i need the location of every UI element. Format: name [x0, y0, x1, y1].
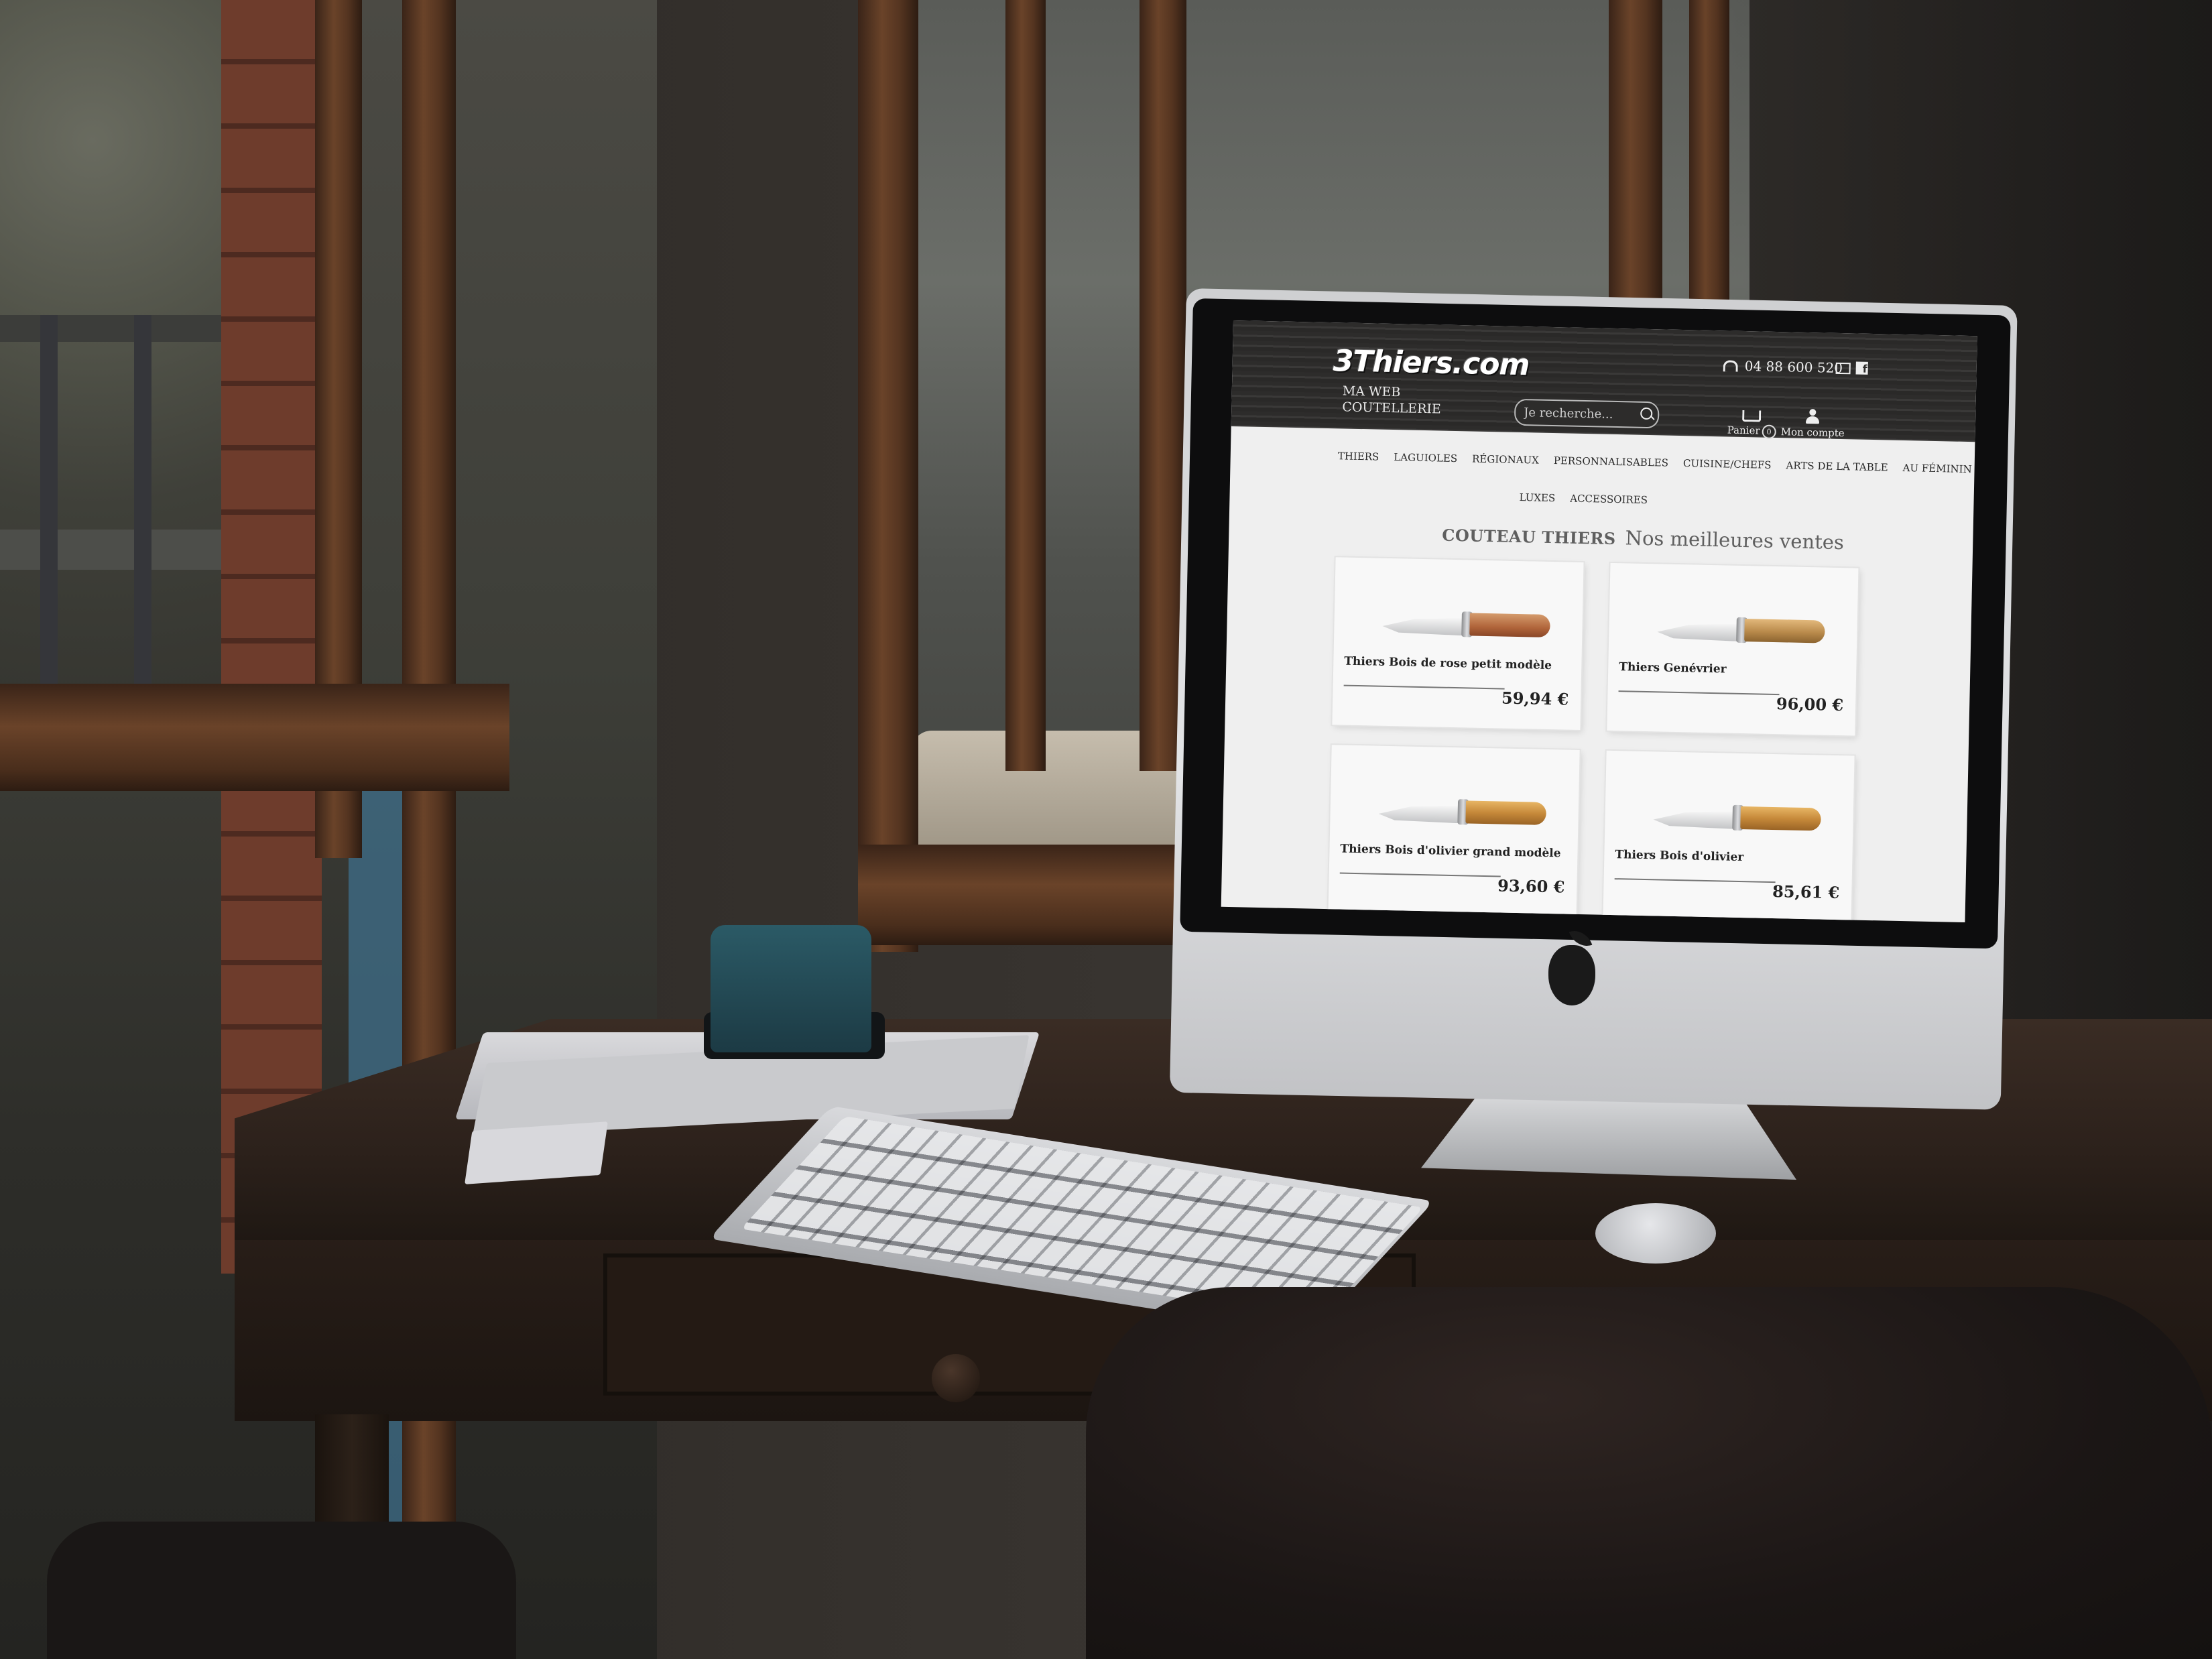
- product-card[interactable]: Thiers Bois de rose petit modèle 59,94 €: [1332, 557, 1584, 730]
- nav-item-au-feminin[interactable]: AU FÉMININ: [1902, 462, 1971, 475]
- nav-row-2: LUXES ACCESSOIRES: [1337, 482, 1926, 517]
- site-header: 3Thiers.com MA WEB COUTELLERIE 04 88 600…: [1231, 320, 1977, 442]
- photo-scene: 3Thiers.com MA WEB COUTELLERIE 04 88 600…: [0, 0, 2212, 1659]
- product-name[interactable]: Thiers Bois de rose petit modèle: [1344, 655, 1552, 672]
- window-frame-right: [1609, 0, 1662, 322]
- tagline-line-1: MA WEB: [1342, 383, 1401, 400]
- nav-item-personnalisables[interactable]: PERSONNALISABLES: [1554, 454, 1669, 469]
- nav-item-arts-de-la-table[interactable]: ARTS DE LA TABLE: [1786, 459, 1888, 473]
- nav-item-cuisine-chefs[interactable]: CUISINE/CHEFS: [1683, 457, 1772, 471]
- facebook-icon[interactable]: f: [1855, 361, 1868, 375]
- product-price: 85,61 €: [1772, 881, 1840, 903]
- site-logo[interactable]: 3Thiers.com: [1333, 344, 1530, 382]
- hole-punch: [711, 925, 871, 1052]
- tagline-line-2: COUTELLERIE: [1342, 400, 1441, 417]
- cart-icon: [1742, 410, 1762, 422]
- drawer-knob: [932, 1354, 980, 1402]
- product-price: 96,00 €: [1776, 694, 1844, 715]
- main-nav: THIERS LAGUIOLES RÉGIONAUX PERSONNALISABLES…: [1337, 444, 1972, 517]
- product-name[interactable]: Thiers Genévrier: [1619, 660, 1727, 676]
- search-icon[interactable]: [1640, 407, 1653, 420]
- cart-count-badge: 0: [1762, 424, 1776, 439]
- balcony-post: [40, 315, 58, 690]
- product-card[interactable]: Thiers Bois d'olivier 85,61 €: [1603, 750, 1855, 923]
- product-card[interactable]: Thiers Genévrier 96,00 €: [1607, 562, 1859, 736]
- section-title-category: COUTEAU THIERS: [1442, 525, 1616, 549]
- armchair: [1086, 1287, 2212, 1659]
- product-divider: [1614, 878, 1776, 883]
- headset-icon: [1723, 360, 1738, 372]
- website-screen: 3Thiers.com MA WEB COUTELLERIE 04 88 600…: [1221, 320, 1977, 923]
- nav-item-luxes[interactable]: LUXES: [1519, 491, 1555, 504]
- product-divider: [1618, 690, 1780, 696]
- product-price: 59,94 €: [1501, 688, 1569, 709]
- contact-phone[interactable]: 04 88 600 520: [1723, 357, 1843, 376]
- nav-item-laguioles[interactable]: LAGUIOLES: [1394, 451, 1457, 465]
- window-sill-left: [0, 684, 509, 791]
- window-frame-center-left: [858, 0, 918, 952]
- account-label: Mon compte: [1780, 426, 1845, 440]
- product-name[interactable]: Thiers Bois d'olivier: [1615, 848, 1743, 864]
- notepad: [465, 1121, 608, 1184]
- apple-logo-icon: [1548, 945, 1595, 1005]
- search-box[interactable]: [1514, 398, 1660, 429]
- knife-image: [1657, 607, 1825, 651]
- phone-number: 04 88 600 520: [1744, 357, 1843, 377]
- mouse: [1595, 1203, 1716, 1264]
- mail-icon[interactable]: [1835, 362, 1851, 375]
- site-tagline: MA WEB COUTELLERIE: [1342, 383, 1441, 417]
- knife-image: [1653, 795, 1821, 839]
- section-title-subtitle: Nos meilleures ventes: [1625, 526, 1845, 554]
- chair-back: [47, 1522, 516, 1659]
- brick-wall: [221, 0, 322, 1274]
- account-button[interactable]: Mon compte: [1781, 408, 1845, 439]
- product-divider: [1339, 872, 1501, 877]
- knife-image: [1382, 602, 1550, 646]
- balcony-post: [134, 315, 151, 690]
- search-input[interactable]: [1522, 403, 1640, 424]
- product-name[interactable]: Thiers Bois d'olivier grand modèle: [1340, 843, 1560, 861]
- product-card[interactable]: Thiers Bois d'olivier grand modèle 93,60…: [1328, 745, 1580, 918]
- nav-item-accessoires[interactable]: ACCESSOIRES: [1570, 493, 1648, 506]
- balcony-rail-lower: [0, 530, 241, 570]
- user-icon: [1805, 409, 1820, 424]
- nav-item-thiers[interactable]: THIERS: [1338, 450, 1379, 463]
- section-title: COUTEAU THIERS Nos meilleures ventes: [1442, 523, 1844, 554]
- product-divider: [1343, 684, 1505, 690]
- balcony-rail: [0, 315, 241, 342]
- cart-label: Panier: [1727, 424, 1760, 437]
- window-mullion: [1005, 0, 1046, 771]
- product-price: 93,60 €: [1497, 875, 1565, 897]
- cart-button[interactable]: Panier 0: [1727, 410, 1776, 439]
- knife-image: [1378, 790, 1547, 833]
- nav-item-regionaux[interactable]: RÉGIONAUX: [1472, 453, 1539, 467]
